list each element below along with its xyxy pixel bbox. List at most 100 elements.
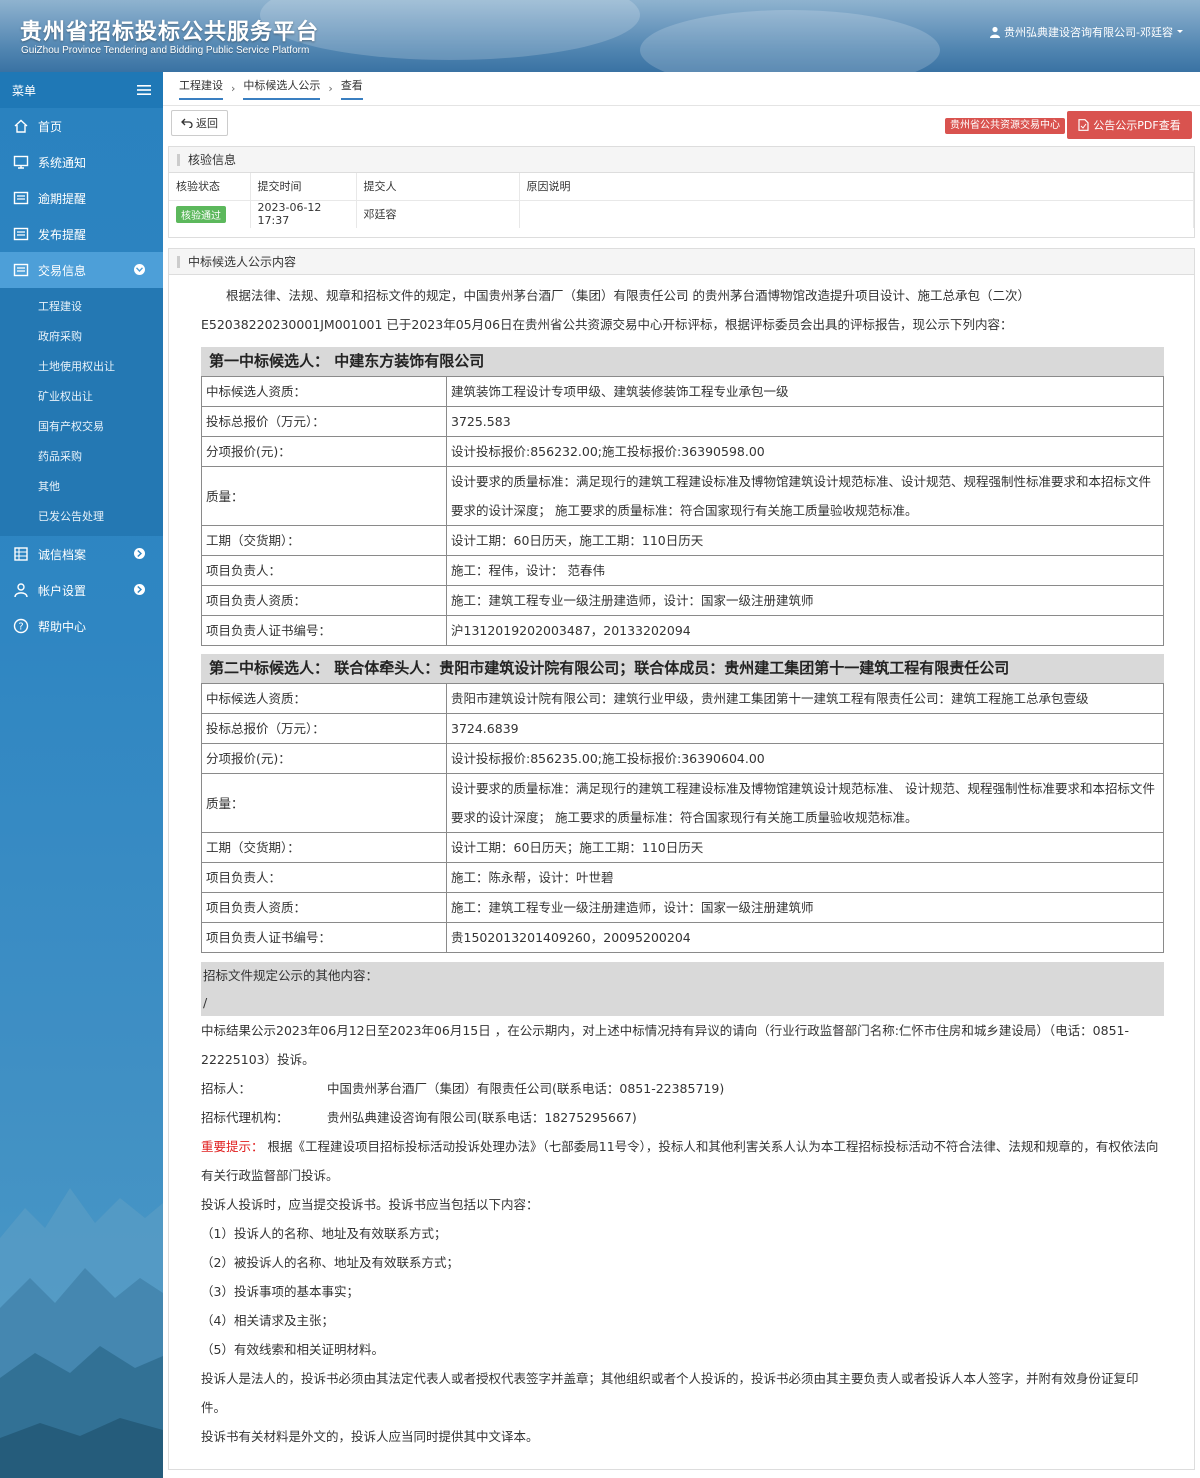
table-row: 项目负责人资质： 施工：建筑工程专业一级注册建造师，设计：国家一级注册建筑师 [201,892,1164,923]
sidebar-item-label: 帐户设置 [38,583,87,598]
submenu-item-other[interactable]: 其他 [0,472,163,502]
pdf-icon [1078,119,1089,131]
grid-icon [12,545,30,563]
reason [519,200,1194,228]
sidebar-item-credit[interactable]: 诚信档案 [0,536,163,572]
verify-table: 核验状态 提交时间 提交人 原因说明 核验通过 2023-06-12 17:37… [169,173,1194,228]
caret-down-icon [1177,30,1183,33]
user-name: 贵州弘典建设咨询有限公司-邓廷容 [1004,26,1173,39]
breadcrumb-item[interactable]: 中标候选人公示 [243,78,321,100]
toolbar: 返回 贵州省公共资源交易中心 公告公示PDF查看 [163,106,1200,140]
table-row: 分项报价(元)： 设计投标报价:856232.00;施工投标报价:36390598… [201,436,1164,467]
result-period: 中标结果公示2023年06月12日至2023年06月15日 ，在公示期内，对上述… [201,1023,1130,1067]
user-icon [990,26,1001,38]
agency-label: 招标代理机构： [201,1110,289,1125]
column-header: 提交时间 [250,173,357,201]
important-tip-text: 根据《工程建设项目招标投标活动投诉处理办法》（七部委局11号令），投标人和其他利… [201,1139,1159,1183]
sidebar-item-trade-info[interactable]: 交易信息 [0,252,163,288]
sidebar-item-label: 首页 [38,119,63,134]
submitter: 邓廷容 [356,200,520,228]
list-item: （1）投诉人的名称、地址及有效联系方式； [201,1226,447,1241]
sidebar: 菜单 首页 系统通知 逾期提醒 发布提醒 交易信息 工程建设 政府采购 土地使用… [0,72,163,1478]
notice-panel: 中标候选人公示内容 根据法律、法规、规章和招标文件的规定，中国贵州茅台酒厂（集团… [168,248,1195,1470]
tenderer-label: 招标人： [201,1081,252,1096]
table-row: 项目负责人证书编号： 沪1312019202003487，20133202094 [201,615,1164,646]
breadcrumb: 工程建设 › 中标候选人公示 › 查看 [163,72,1200,106]
submenu-item-published[interactable]: 已发公告处理 [0,502,163,532]
other-content-box: 招标文件规定公示的其他内容： / [201,962,1164,1016]
sidebar-item-home[interactable]: 首页 [0,108,163,144]
list-icon [12,189,30,207]
sidebar-item-label: 交易信息 [38,263,87,278]
important-tip-label: 重要提示： [201,1139,264,1154]
submenu-item-state-property[interactable]: 国有产权交易 [0,412,163,442]
sidebar-item-label: 发布提醒 [38,227,87,242]
sidebar-item-label: 帮助中心 [38,619,87,634]
list-item: （2）被投诉人的名称、地址及有效联系方式； [201,1255,459,1270]
list-item: （5）有效线索和相关证明材料。 [201,1342,384,1357]
sidebar-item-notice[interactable]: 系统通知 [0,144,163,180]
submit-time: 2023-06-12 17:37 [250,200,357,228]
candidate-1-table: 第一中标候选人： 中建东方装饰有限公司 中标候选人资质： 建筑装饰工程设计专项甲级… [201,347,1164,646]
list-item: （4）相关请求及主张； [201,1313,334,1328]
submenu-item-engineering[interactable]: 工程建设 [0,292,163,322]
menu-label: 菜单 [12,83,37,98]
table-row: 分项报价(元)： 设计投标报价:856235.00;施工投标报价:36390604… [201,743,1164,774]
verify-panel-title: 核验信息 [169,147,1194,173]
agency-value: 贵州弘典建设咨询有限公司(联系电话：18275295667) [327,1110,637,1125]
list-icon [12,225,30,243]
table-row: 投标总报价（万元）： 3724.6839 [201,713,1164,744]
pdf-view-button[interactable]: 公告公示PDF查看 [1067,111,1192,139]
hamburger-icon[interactable] [137,84,151,96]
chevron-right-icon [134,548,145,559]
submenu-item-mining[interactable]: 矿业权出让 [0,382,163,412]
column-header: 原因说明 [519,173,1194,201]
submenu-item-land[interactable]: 土地使用权出让 [0,352,163,382]
svg-text:?: ? [18,622,23,633]
pdf-view-label: 公告公示PDF查看 [1093,119,1181,132]
list-item: （3）投诉事项的基本事实； [201,1284,359,1299]
breadcrumb-separator-icon: › [231,82,236,95]
submenu-item-gov-purchase[interactable]: 政府采购 [0,322,163,352]
sidebar-item-overdue[interactable]: 逾期提醒 [0,180,163,216]
sidebar-item-help[interactable]: ? 帮助中心 [0,608,163,644]
home-icon [12,117,30,135]
mountain-background [0,1188,163,1478]
complaint-intro: 投诉人投诉时，应当提交投诉书。投诉书应当包括以下内容： [201,1197,539,1212]
table-row: 投标总报价（万元）： 3725.583 [201,406,1164,437]
candidate-2-table: 第二中标候选人： 联合体牵头人：贵阳市建筑设计院有限公司；联合体成员：贵州建工集… [201,654,1164,953]
status-badge: 核验通过 [176,205,226,223]
table-row: 质量： 设计要求的质量标准：满足现行的建筑工程建设标准及博物馆建筑设计规范标准、 … [201,773,1164,833]
sidebar-item-account[interactable]: 帐户设置 [0,572,163,608]
breadcrumb-item[interactable]: 工程建设 [179,78,223,100]
sign-rule: 投诉人是法人的，投诉书必须由其法定代表人或者授权代表签字并盖章；其他组织或者个人… [201,1371,1139,1415]
chevron-right-icon [134,584,145,595]
breadcrumb-separator-icon: › [328,82,333,95]
back-button[interactable]: 返回 [171,110,228,136]
back-arrow-icon [181,118,193,128]
platform-subtitle: GuiZhou Province Tendering and Bidding P… [21,45,310,56]
user-icon [12,581,30,599]
platform-title: 贵州省招标投标公共服务平台 [20,20,320,45]
sidebar-item-publish[interactable]: 发布提醒 [0,216,163,252]
submenu-item-medicine[interactable]: 药品采购 [0,442,163,472]
notice-intro: 根据法律、法规、规章和招标文件的规定，中国贵州茅台酒厂（集团）有限责任公司 的贵… [226,288,1030,303]
trade-info-submenu: 工程建设 政府采购 土地使用权出让 矿业权出让 国有产权交易 药品采购 其他 已… [0,288,163,536]
tenderer-value: 中国贵州茅台酒厂（集团）有限责任公司(联系电话：0851-22385719) [327,1081,725,1096]
table-row: 工期（交货期）： 设计工期：60日历天；施工工期：110日历天 [201,832,1164,863]
table-row: 项目负责人证书编号： 贵1502013201409260，20095200204 [201,922,1164,953]
chevron-down-icon [134,264,145,275]
verify-panel: 核验信息 核验状态 提交时间 提交人 原因说明 核验通过 2023-06-12 … [168,146,1195,238]
header-cloud [640,10,940,72]
user-menu[interactable]: 贵州弘典建设咨询有限公司-邓廷容 [989,24,1184,40]
table-row: 项目负责人资质： 施工：建筑工程专业一级注册建造师，设计：国家一级注册建筑师 [201,585,1164,616]
table-row: 项目负责人： 施工：陈永帮，设计：叶世碧 [201,862,1164,893]
table-row: 质量： 设计要求的质量标准：满足现行的建筑工程建设标准及博物馆建筑设计规范标准、设… [201,466,1164,526]
foreign-rule: 投诉书有关材料是外文的，投诉人应当同时提供其中文译本。 [201,1429,539,1444]
table-row: 中标候选人资质： 贵阳市建筑设计院有限公司：建筑行业甲级，贵州建工集团第十一建筑工… [201,683,1164,714]
other-content-value: / [203,995,208,1010]
table-row: 核验通过 2023-06-12 17:37 邓廷容 [169,200,1194,228]
breadcrumb-item[interactable]: 查看 [340,78,363,100]
sidebar-item-label: 系统通知 [38,155,87,170]
notice-intro-2: E52038220230001JM001001 已于2023年05月06日在贵州… [201,317,1013,332]
